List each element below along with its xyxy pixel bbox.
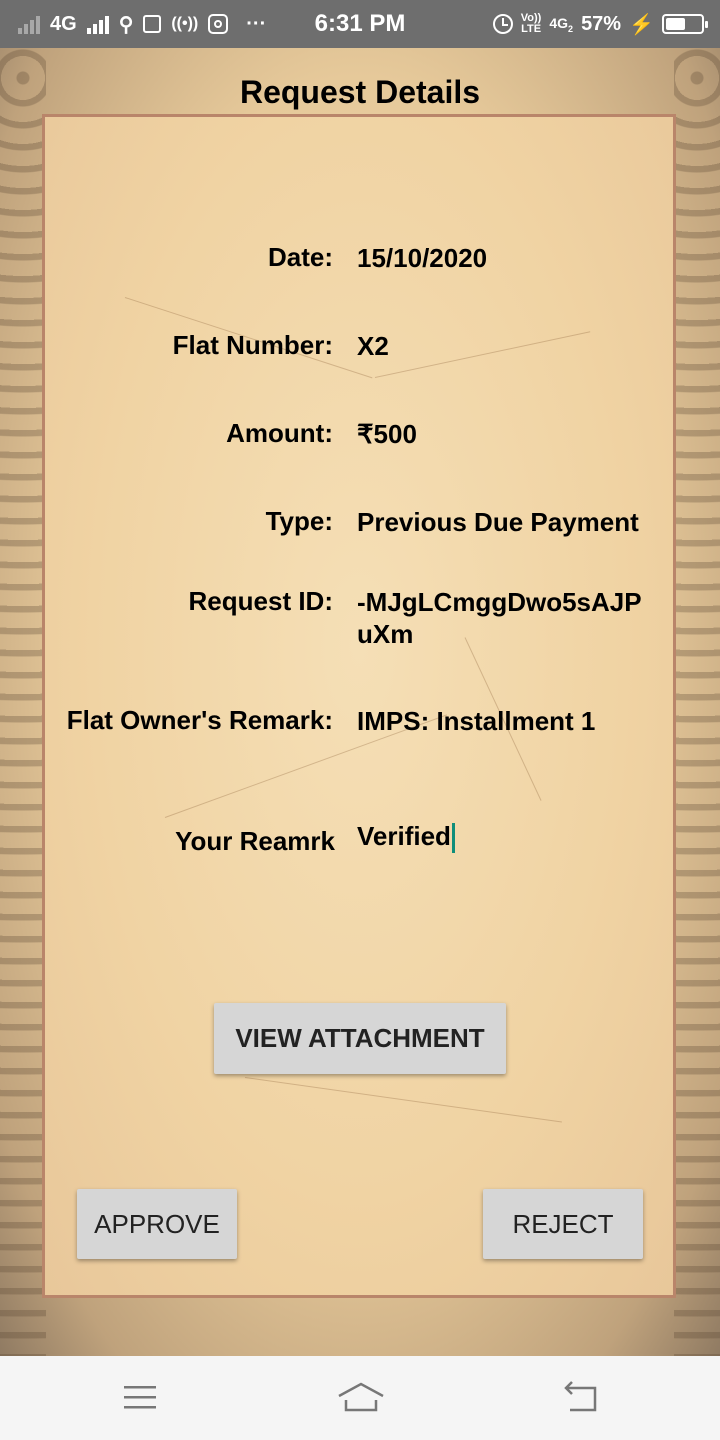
request-id-value: -MJgLCmggDwo5sAJPuXm [357,587,642,649]
status-right: Vo)) LTE 4G2 57% ⚡ [492,10,708,38]
type-value: Previous Due Payment [357,507,639,537]
home-icon[interactable] [337,1380,385,1419]
battery-icon [662,14,708,34]
network2-indicator: 4G2 [549,14,574,34]
type-label: Type: [265,506,333,536]
navigation-bar [0,1356,720,1440]
status-bar: 4G ⚲ ((•)) ··· 6:31 PM Vo)) LTE 4G2 57% … [0,0,720,48]
view-attachment-button[interactable]: VIEW ATTACHMENT [214,1003,506,1074]
remark-input-text: Verified [357,821,451,851]
flat-number-value: X2 [357,331,389,361]
battery-fill [666,18,686,30]
text-cursor [451,823,455,854]
owner-remark-label: Flat Owner's Remark: [66,705,333,735]
reject-button[interactable]: REJECT [483,1189,643,1259]
request-id-label: Request ID: [188,586,333,616]
crack-line [244,1077,562,1123]
amount-value: ₹500 [357,419,417,449]
flat-number-label: Flat Number: [172,330,333,360]
back-icon[interactable] [562,1380,598,1419]
alarm-icon [492,14,513,34]
amount-label: Amount: [226,418,333,448]
owner-remark-value: IMPS: Installment 1 [357,706,596,736]
charging-icon: ⚡ [629,13,654,36]
approve-button[interactable]: APPROVE [77,1189,237,1259]
ornament-border-right [674,48,720,1356]
volte-indicator: Vo)) LTE [520,12,542,35]
menu-icon[interactable] [123,1380,157,1419]
date-label: Date: [267,242,333,272]
remark-input[interactable]: Verified [357,820,657,854]
remark-label: Your Reamrk [175,826,335,856]
ornament-border-left [0,48,46,1356]
date-value: 15/10/2020 [357,243,488,273]
battery-percent: 57% [581,12,622,35]
page-title: Request Details [239,74,481,110]
